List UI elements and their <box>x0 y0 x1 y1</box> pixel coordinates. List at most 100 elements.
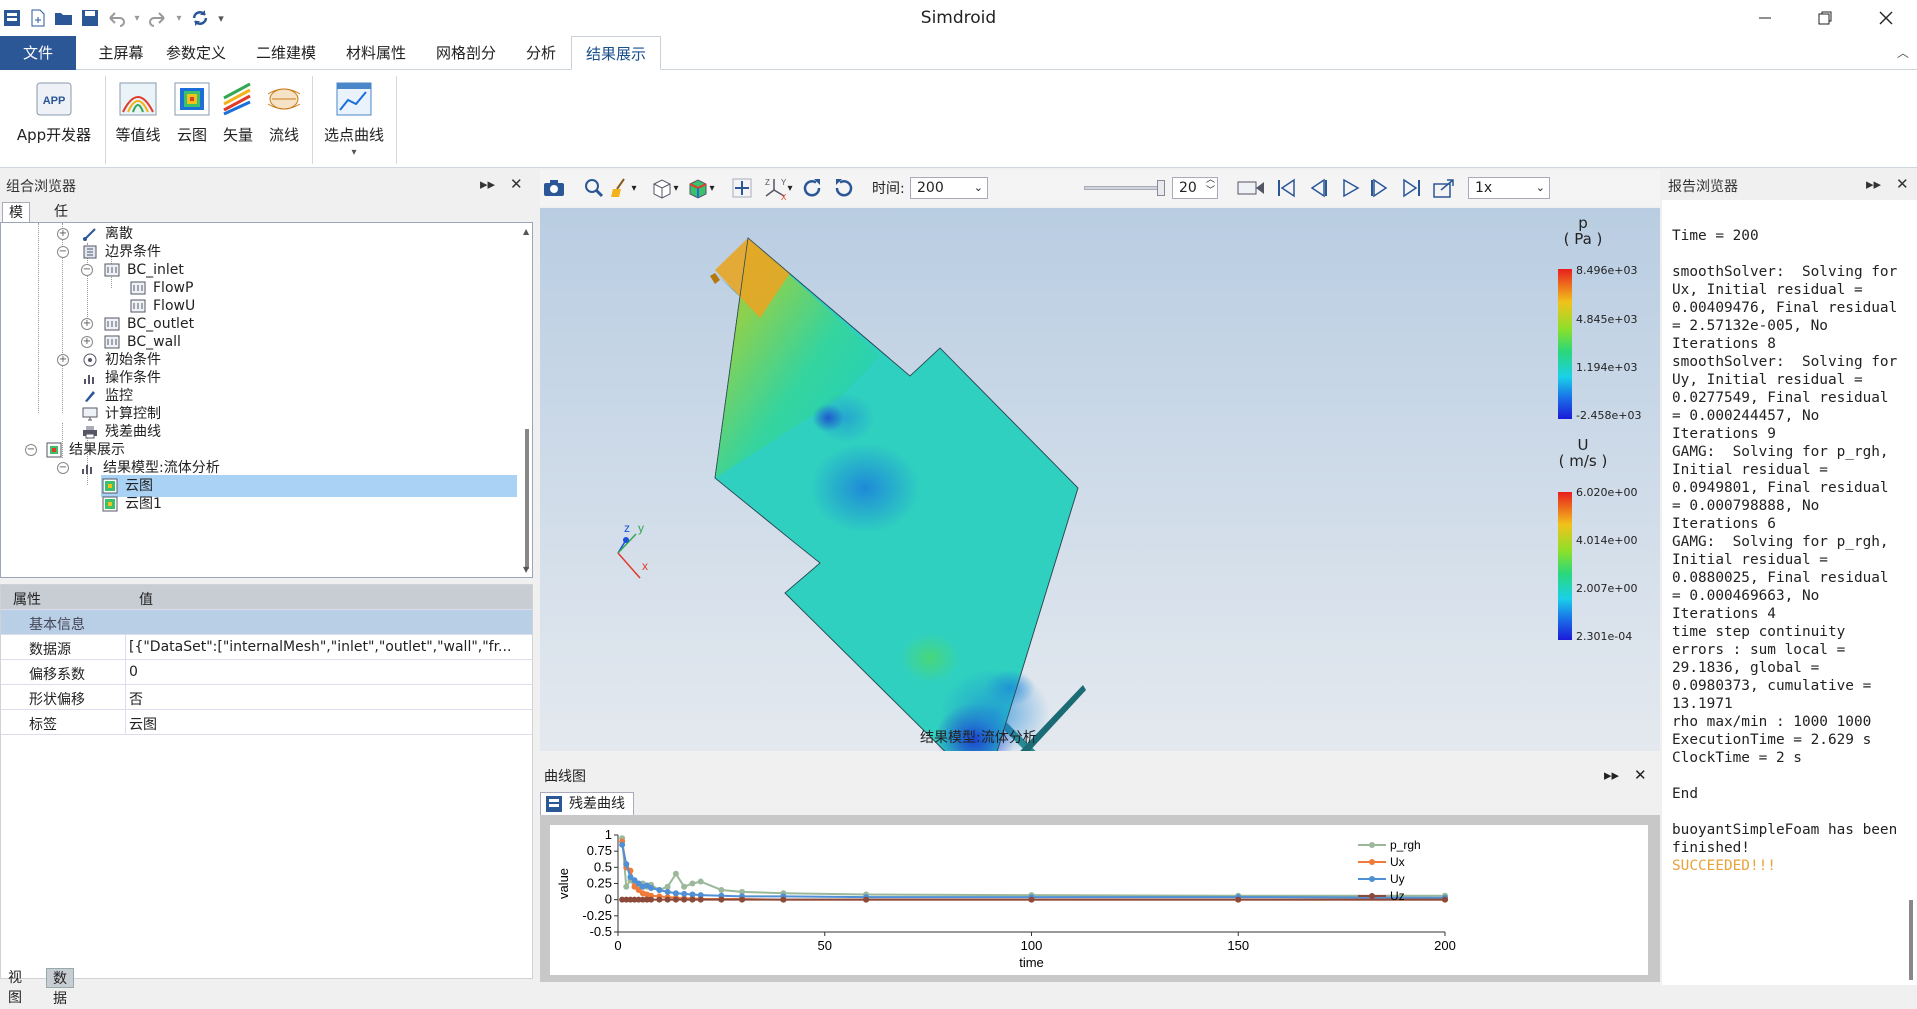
step-spinbox[interactable]: 20 ︿ ﹀ <box>1172 175 1218 199</box>
data-point-Uy <box>681 890 688 897</box>
time-select[interactable]: 200 ⌄ <box>910 177 988 199</box>
last-frame-icon[interactable] <box>1400 176 1424 200</box>
next-frame-icon[interactable] <box>1368 176 1392 200</box>
contour-icon <box>113 82 163 120</box>
record-video-icon[interactable] <box>1236 176 1266 200</box>
flow-model-render[interactable] <box>540 208 1660 751</box>
data-point-Uz <box>718 896 725 903</box>
tab-tasks[interactable]: 任务 <box>48 202 74 240</box>
tab-results[interactable]: 结果展示 <box>571 36 661 70</box>
property-value[interactable]: 云图 <box>129 714 529 734</box>
app-developer-button[interactable]: APP App开发器 <box>14 82 94 145</box>
tab-mesh[interactable]: 网格剖分 <box>428 36 504 70</box>
svg-text:APP: APP <box>43 95 66 107</box>
prev-frame-icon[interactable] <box>1306 176 1330 200</box>
expand-icon[interactable]: + <box>81 336 93 348</box>
tab-materials[interactable]: 材料属性 <box>338 36 414 70</box>
property-value[interactable]: 否 <box>129 689 529 709</box>
series-line-Ux <box>621 841 1445 901</box>
time-slider[interactable] <box>1084 180 1165 196</box>
tree-item-cloud1[interactable]: 云图1 <box>101 493 162 515</box>
data-point-Uz <box>664 896 671 903</box>
report-log[interactable]: Time = 200 smoothSolver: Solving for Ux,… <box>1662 200 1917 985</box>
property-value[interactable]: [{"DataSet":["internalMesh","inlet","out… <box>129 639 529 655</box>
collapse-ribbon-icon[interactable]: ︿ <box>1897 44 1909 61</box>
speed-select[interactable]: 1x ⌄ <box>1468 177 1550 199</box>
residual-curve-tab[interactable]: 残差曲线 <box>540 792 634 816</box>
slider-thumb[interactable] <box>1157 180 1165 196</box>
property-row[interactable]: 标签 云图 <box>1 710 532 735</box>
bc-icon <box>103 261 121 279</box>
cloud-map-button[interactable]: 云图 <box>172 82 212 145</box>
close-panel-icon[interactable]: ✕ <box>1634 766 1647 784</box>
tab-2d-modeling[interactable]: 二维建模 <box>248 36 324 70</box>
fit-view-icon[interactable] <box>730 176 754 200</box>
tab-view[interactable]: 视图 <box>2 968 28 1006</box>
vector-button[interactable]: 矢量 <box>218 82 258 145</box>
property-row[interactable]: 形状偏移 否 <box>1 685 532 710</box>
minimize-button[interactable] <box>1745 4 1785 32</box>
data-point-Uz <box>1442 896 1448 903</box>
spin-arrows-icon[interactable]: ︿ ﹀ <box>1206 175 1215 197</box>
tab-analysis[interactable]: 分析 <box>515 36 567 70</box>
export-icon[interactable] <box>1432 176 1456 200</box>
display-dropdown-icon[interactable]: ▾ <box>706 176 718 200</box>
screenshot-icon[interactable] <box>542 176 566 200</box>
zoom-icon[interactable] <box>582 176 606 200</box>
y-tick-label: 0.25 <box>587 876 612 891</box>
rotate-cw-icon[interactable] <box>800 176 824 200</box>
expand-icon[interactable]: + <box>57 354 69 366</box>
close-window-button[interactable] <box>1866 4 1906 32</box>
tree-scrollbar[interactable]: ▲ ▼ <box>523 227 531 577</box>
close-panel-icon[interactable]: ✕ <box>1896 175 1909 193</box>
float-panel-icon[interactable]: ▸▸ <box>1866 175 1881 193</box>
brush-dropdown-icon[interactable]: ▾ <box>628 176 640 200</box>
cloud-map-icon <box>101 495 119 513</box>
view-dropdown-icon[interactable]: ▾ <box>670 176 682 200</box>
legend-u-label: 2.301e-04 <box>1576 630 1633 643</box>
collapse-icon[interactable]: − <box>57 246 69 258</box>
expand-icon[interactable]: + <box>57 228 69 240</box>
app-icon: APP <box>14 82 94 120</box>
play-icon[interactable] <box>1338 176 1362 200</box>
property-value[interactable]: 0 <box>129 664 529 680</box>
tab-home[interactable]: 主屏幕 <box>82 36 160 70</box>
axis-dropdown-icon[interactable]: ▾ <box>784 176 796 200</box>
tab-data[interactable]: 数据 <box>46 968 74 1007</box>
tab-model[interactable]: 模型 <box>2 202 30 241</box>
collapse-icon[interactable]: − <box>25 444 37 456</box>
x-tick-label: 0 <box>614 938 621 953</box>
3d-viewport[interactable]: z y x p ( Pa ) 8.496e+03 4.845e+03 1.194… <box>540 208 1660 751</box>
scrollbar-thumb[interactable] <box>525 429 529 569</box>
streamline-button[interactable]: 流线 <box>264 82 304 145</box>
first-frame-icon[interactable] <box>1274 176 1298 200</box>
float-panel-icon[interactable]: ▸▸ <box>1604 766 1619 784</box>
residual-chart[interactable]: 0 50 100 150 20010.750.50.250-0.25-0.5timeva… <box>550 825 1648 975</box>
x-tick-label: 200 <box>1434 938 1456 953</box>
tab-parameters[interactable]: 参数定义 <box>160 36 232 70</box>
scroll-down-icon[interactable]: ▼ <box>523 565 529 574</box>
collapse-icon[interactable]: − <box>57 462 69 474</box>
tab-file[interactable]: 文件 <box>0 36 76 70</box>
scroll-up-icon[interactable]: ▲ <box>523 227 529 236</box>
property-row[interactable]: 数据源 [{"DataSet":["internalMesh","inlet",… <box>1 635 532 660</box>
scrollbar-thumb[interactable] <box>1909 900 1913 980</box>
close-panel-icon[interactable]: ✕ <box>510 175 523 193</box>
ribbon: APP App开发器 等值线 云图 矢量 流线 选点曲线 ▾ <box>0 70 1917 168</box>
report-scrollbar[interactable] <box>1905 200 1917 985</box>
tree-item-cloud[interactable]: 云图 <box>101 475 517 497</box>
property-group[interactable]: 基本信息 <box>1 610 532 635</box>
legend-u-label: 6.020e+00 <box>1576 486 1638 499</box>
restore-button[interactable] <box>1805 4 1845 32</box>
float-panel-icon[interactable]: ▸▸ <box>480 175 495 193</box>
expand-icon[interactable]: + <box>81 318 93 330</box>
data-point-Uz <box>656 896 663 903</box>
point-curve-button[interactable]: 选点曲线 ▾ <box>318 82 390 158</box>
viewport-toolbar: ▾ ▾ ▾ ZYX ▾ 时间: 200 ⌄ 20 ︿ ﹀ 1x ⌄ <box>540 170 1660 206</box>
contour-button[interactable]: 等值线 <box>113 82 163 145</box>
rotate-ccw-icon[interactable] <box>832 176 856 200</box>
collapse-icon[interactable]: − <box>81 264 93 276</box>
point-curve-dropdown-icon[interactable]: ▾ <box>318 147 390 158</box>
svg-text:Z: Z <box>765 178 770 187</box>
property-row[interactable]: 偏移系数 0 <box>1 660 532 685</box>
